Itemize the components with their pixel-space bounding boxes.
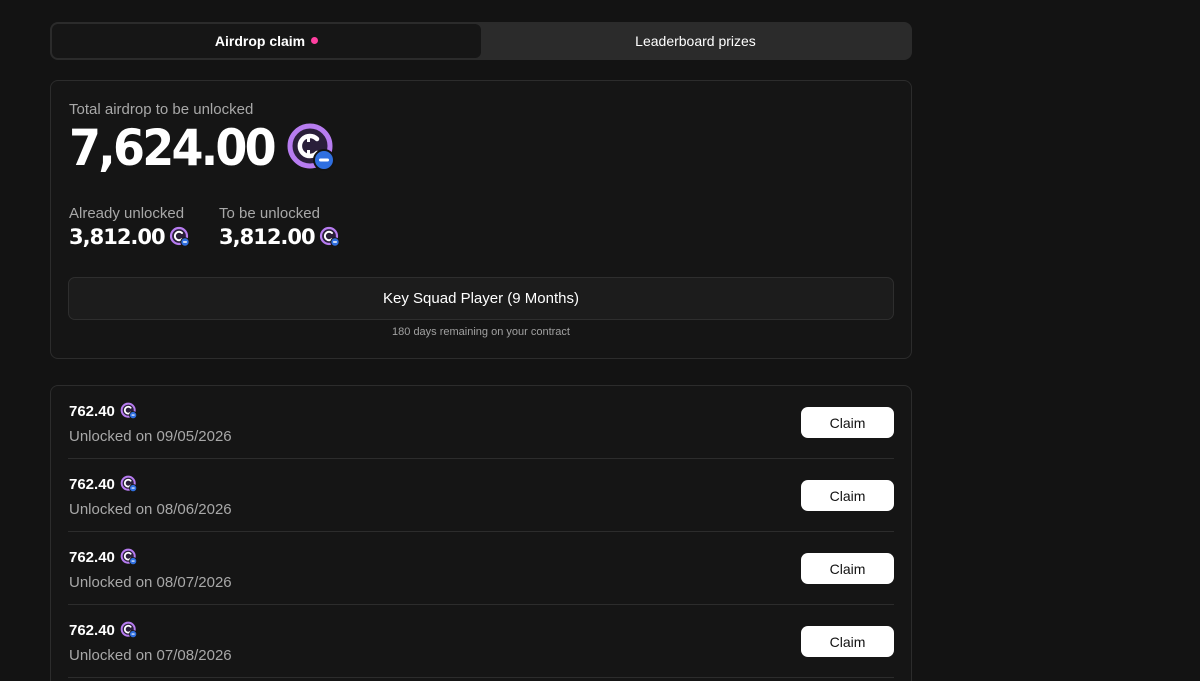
- token-coin-icon: [169, 226, 191, 248]
- already-unlocked-label: Already unlocked: [69, 205, 185, 222]
- notification-dot: [311, 36, 319, 44]
- token-coin-icon: [120, 621, 138, 639]
- list-item: 762.40 Unlocked on 08/06/2026 Claim: [68, 459, 894, 532]
- airdrop-page: Airdrop claim Leaderboard prizes Total a…: [0, 0, 1200, 681]
- tab-leaderboard-prizes[interactable]: Leaderboard prizes: [481, 24, 910, 58]
- already-unlocked-amount: 3,812.00: [69, 225, 166, 249]
- unlock-date: Unlocked on 08/07/2026: [69, 574, 232, 591]
- token-coin-icon: [120, 402, 138, 420]
- list-item: 762.40 Unlocked on 07/08/2026 Claim: [68, 605, 894, 678]
- token-coin-icon: [120, 548, 138, 566]
- unlock-date: Unlocked on 08/06/2026: [69, 501, 232, 518]
- list-item: 762.40 Unlocked on 09/05/2026 Claim: [68, 386, 894, 459]
- tab-leaderboard-prizes-label: Leaderboard prizes: [635, 33, 756, 49]
- claim-button[interactable]: Claim: [801, 407, 894, 438]
- airdrop-summary-card: Total airdrop to be unlocked 7,624.00 Al…: [50, 80, 912, 359]
- to-be-unlocked-label: To be unlocked: [219, 205, 320, 222]
- total-airdrop-row: 7,624.00: [69, 119, 338, 177]
- to-be-unlocked-block: To be unlocked 3,812.00: [219, 205, 341, 249]
- tab-airdrop-claim[interactable]: Airdrop claim: [52, 24, 481, 58]
- unlock-date: Unlocked on 09/05/2026: [69, 428, 232, 445]
- total-airdrop-label: Total airdrop to be unlocked: [69, 101, 254, 118]
- unlock-amount: 762.40: [69, 621, 115, 639]
- contract-remaining-text: 180 days remaining on your contract: [392, 326, 570, 338]
- claim-button[interactable]: Claim: [801, 553, 894, 584]
- tab-airdrop-claim-label: Airdrop claim: [214, 33, 306, 49]
- claim-button[interactable]: Claim: [801, 480, 894, 511]
- already-unlocked-block: Already unlocked 3,812.00: [69, 205, 191, 249]
- unlock-amount: 762.40: [69, 402, 115, 420]
- token-coin-icon: [286, 122, 338, 174]
- unlock-amount: 762.40: [69, 475, 115, 493]
- tab-bar: Airdrop claim Leaderboard prizes: [50, 22, 912, 60]
- unlock-date: Unlocked on 07/08/2026: [69, 647, 232, 664]
- claim-button[interactable]: Claim: [801, 626, 894, 657]
- unlock-amount: 762.40: [69, 548, 115, 566]
- total-airdrop-amount: 7,624.00: [69, 119, 277, 177]
- plan-badge: Key Squad Player (9 Months): [68, 277, 894, 320]
- unlock-schedule-list: 762.40 Unlocked on 09/05/2026 Claim 762.…: [50, 385, 912, 681]
- to-be-unlocked-amount: 3,812.00: [219, 225, 316, 249]
- token-coin-icon: [120, 475, 138, 493]
- token-coin-icon: [319, 226, 341, 248]
- list-item: 762.40 Unlocked on 08/07/2026 Claim: [68, 532, 894, 605]
